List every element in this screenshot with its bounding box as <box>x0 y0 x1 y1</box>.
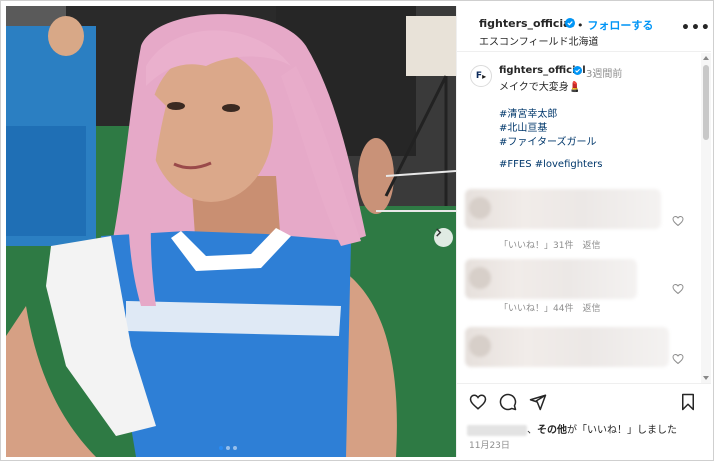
carousel-dot <box>219 446 223 450</box>
caption-text: メイクで大変身💄 <box>499 82 582 93</box>
share-icon[interactable] <box>529 393 547 411</box>
location-link[interactable]: エスコンフィールド北海道 <box>479 33 599 48</box>
next-arrow-icon <box>436 228 442 237</box>
heart-icon[interactable] <box>469 393 487 411</box>
post-photo[interactable] <box>6 6 456 457</box>
more-options-icon[interactable]: ••• <box>681 20 711 36</box>
carousel-dot <box>226 446 230 450</box>
carousel-dot <box>233 446 237 450</box>
comments-scrollbar[interactable] <box>701 53 711 383</box>
post-side-panel: fighters_official • フォローする エスコンフィールド北海道 … <box>456 6 711 457</box>
likes-summary[interactable]: 、その他が「いいね！」しました <box>467 421 677 436</box>
scrollbar-thumb[interactable] <box>703 65 709 140</box>
post-header: fighters_official • フォローする エスコンフィールド北海道 … <box>457 6 711 52</box>
scroll-up-arrow[interactable] <box>703 56 709 60</box>
scroll-down-arrow[interactable] <box>703 376 709 380</box>
hashtag-link[interactable]: #ファイターズガール <box>499 133 596 148</box>
blurred-comment <box>465 327 669 367</box>
blurred-comment <box>465 259 637 299</box>
comment-item <box>457 323 701 383</box>
hashtag-link[interactable]: #清宮幸太郎 <box>499 105 557 120</box>
post-actions-bar: 、その他が「いいね！」しました 11月23日 <box>457 383 711 457</box>
post-photo-illustration <box>6 6 456 457</box>
comments-scroll-area[interactable]: F ▸ fighters_official 3週間前 メイクで大変身💄 #清宮幸太… <box>457 53 701 383</box>
blurred-username <box>467 424 527 436</box>
bookmark-icon[interactable] <box>679 393 697 411</box>
carousel-indicator <box>219 446 237 450</box>
comment-meta[interactable]: 「いいね！」31件 返信 <box>499 238 600 251</box>
verified-badge-icon <box>565 18 575 28</box>
blurred-comment <box>465 189 661 229</box>
caption-timestamp: 3週間前 <box>586 69 623 80</box>
heart-icon[interactable] <box>672 215 684 227</box>
follow-button[interactable]: • フォローする <box>577 17 653 33</box>
hashtag-link[interactable]: #北山亘基 <box>499 119 547 134</box>
heart-icon[interactable] <box>672 353 684 365</box>
comment-icon[interactable] <box>499 393 517 411</box>
post-date[interactable]: 11月23日 <box>469 438 510 451</box>
verified-badge-icon <box>573 66 582 75</box>
header-username[interactable]: fighters_official <box>479 17 574 30</box>
comment-item: 「いいね！」31件 返信 <box>457 187 701 251</box>
heart-icon[interactable] <box>672 283 684 295</box>
carousel-next-button[interactable] <box>434 228 453 247</box>
hashtag-line[interactable]: #FFES #lovefighters <box>499 159 602 170</box>
comment-meta[interactable]: 「いいね！」44件 返信 <box>499 301 600 314</box>
avatar[interactable]: F ▸ <box>470 65 492 87</box>
window-frame: fighters_official • フォローする エスコンフィールド北海道 … <box>0 0 714 461</box>
comment-item: 「いいね！」44件 返信 <box>457 257 701 319</box>
